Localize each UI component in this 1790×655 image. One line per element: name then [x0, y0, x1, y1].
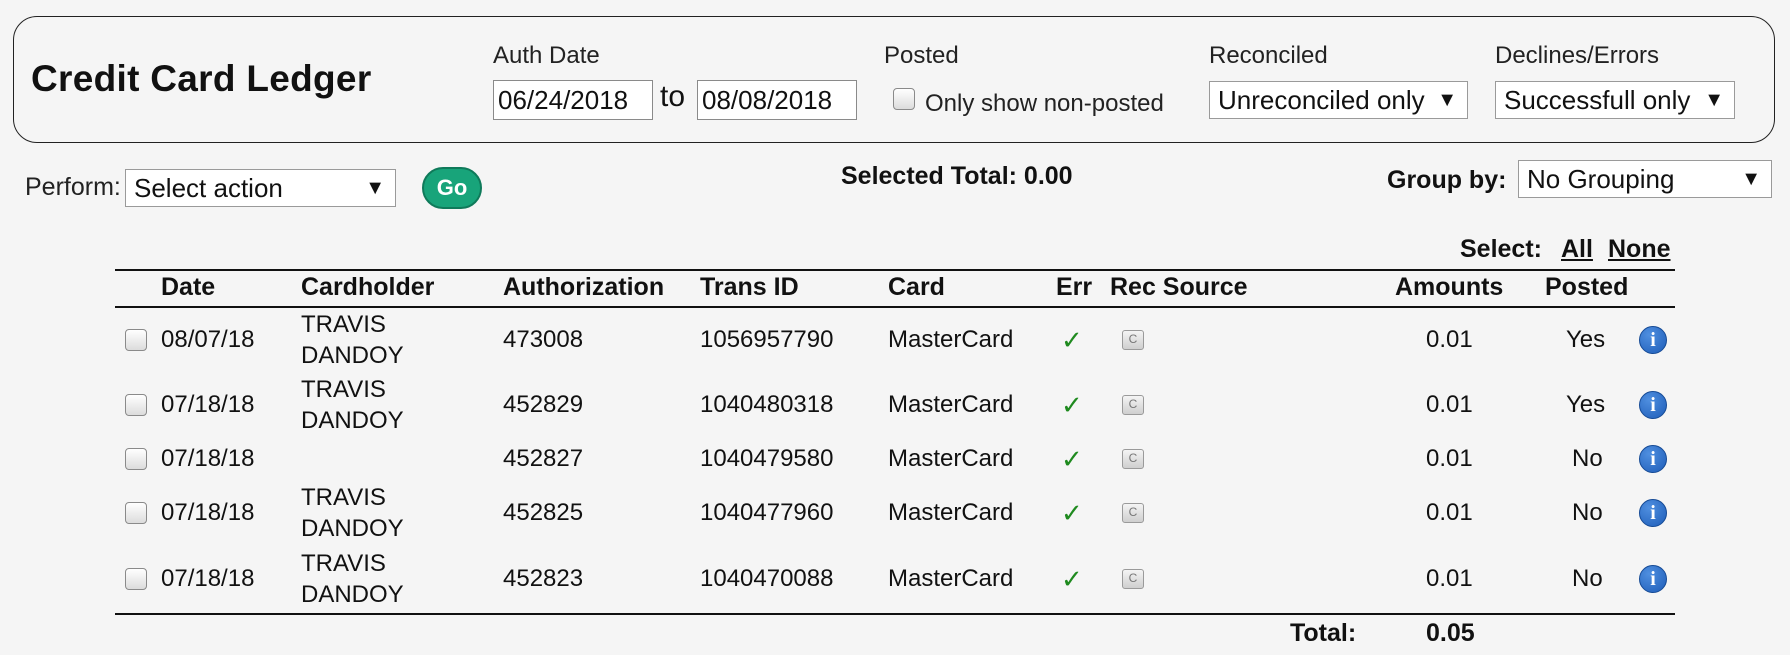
- col-header-date: Date: [161, 273, 216, 301]
- check-icon: ✓: [1061, 390, 1083, 420]
- row-amount: 0.01: [1426, 391, 1473, 418]
- info-icon[interactable]: i: [1639, 565, 1667, 593]
- col-header-err: Err: [1056, 273, 1093, 301]
- rec-source-icon[interactable]: C: [1122, 395, 1144, 415]
- row-amount: 0.01: [1426, 499, 1473, 526]
- page-title: Credit Card Ledger: [31, 58, 372, 99]
- info-icon[interactable]: i: [1639, 391, 1667, 419]
- posted-label: Posted: [884, 42, 959, 69]
- row-posted: No: [1572, 445, 1603, 472]
- row-card: MasterCard: [888, 326, 1014, 353]
- date-from-input[interactable]: 06/24/2018: [493, 80, 653, 120]
- chevron-down-icon: ▼: [1704, 89, 1724, 111]
- declines-select-value: Successfull only: [1504, 85, 1691, 115]
- select-all-link[interactable]: All: [1561, 235, 1593, 264]
- check-icon: ✓: [1061, 564, 1083, 594]
- reconciled-select[interactable]: Unreconciled only ▼: [1209, 81, 1468, 119]
- col-header-trans-id: Trans ID: [700, 273, 799, 301]
- row-trans-id: 1040479580: [700, 445, 834, 472]
- chevron-down-icon: ▼: [1437, 89, 1457, 111]
- selected-total: Selected Total: 0.00: [841, 162, 1073, 190]
- row-authorization: 452829: [503, 391, 584, 418]
- perform-label: Perform:: [25, 173, 121, 201]
- row-posted: No: [1572, 565, 1603, 592]
- row-checkbox[interactable]: [125, 448, 147, 470]
- info-icon[interactable]: i: [1639, 445, 1667, 473]
- row-posted: Yes: [1566, 391, 1606, 418]
- table-bottom-rule: [115, 613, 1675, 615]
- reconciled-select-value: Unreconciled only: [1218, 85, 1425, 115]
- date-to-input[interactable]: 08/08/2018: [697, 80, 857, 120]
- row-date: 07/18/18: [161, 445, 255, 472]
- check-icon: ✓: [1061, 444, 1083, 474]
- col-header-cardholder: Cardholder: [301, 273, 435, 301]
- row-checkbox[interactable]: [125, 502, 147, 524]
- row-date: 07/18/18: [161, 391, 255, 418]
- rec-source-icon[interactable]: C: [1122, 330, 1144, 350]
- row-card: MasterCard: [888, 445, 1014, 472]
- row-checkbox[interactable]: [125, 394, 147, 416]
- action-select[interactable]: Select action ▼: [125, 169, 396, 207]
- row-cardholder: TRAVIS DANDOY: [301, 484, 404, 542]
- only-non-posted-checkbox[interactable]: [893, 88, 915, 110]
- only-non-posted-label: Only show non-posted: [925, 90, 1164, 117]
- group-by-select-value: No Grouping: [1527, 164, 1675, 194]
- declines-select[interactable]: Successfull only ▼: [1495, 81, 1735, 119]
- action-select-value: Select action: [134, 173, 283, 203]
- row-checkbox[interactable]: [125, 568, 147, 590]
- col-header-amounts: Amounts: [1395, 273, 1504, 301]
- row-posted: Yes: [1566, 326, 1606, 353]
- group-by-select[interactable]: No Grouping ▼: [1518, 160, 1772, 198]
- row-card: MasterCard: [888, 391, 1014, 418]
- go-button[interactable]: Go: [422, 167, 482, 209]
- row-posted: No: [1572, 499, 1603, 526]
- to-label: to: [660, 80, 686, 113]
- row-trans-id: 1056957790: [700, 326, 834, 353]
- rec-source-icon[interactable]: C: [1122, 449, 1144, 469]
- chevron-down-icon: ▼: [365, 177, 385, 199]
- row-trans-id: 1040480318: [700, 391, 834, 418]
- row-date: 08/07/18: [161, 326, 255, 353]
- total-value: 0.05: [1426, 619, 1475, 647]
- row-authorization: 452825: [503, 499, 584, 526]
- row-trans-id: 1040477960: [700, 499, 834, 526]
- row-authorization: 473008: [503, 326, 584, 353]
- row-checkbox[interactable]: [125, 329, 147, 351]
- group-by-label: Group by:: [1387, 166, 1507, 194]
- total-label: Total:: [1290, 619, 1357, 647]
- rec-source-icon[interactable]: C: [1122, 569, 1144, 589]
- auth-date-label: Auth Date: [493, 42, 600, 69]
- row-amount: 0.01: [1426, 326, 1473, 353]
- row-cardholder: TRAVIS DANDOY: [301, 376, 404, 434]
- row-card: MasterCard: [888, 499, 1014, 526]
- select-label: Select:: [1460, 235, 1542, 263]
- table-top-rule: [115, 269, 1675, 271]
- col-header-authorization: Authorization: [503, 273, 665, 301]
- row-amount: 0.01: [1426, 445, 1473, 472]
- check-icon: ✓: [1061, 325, 1083, 355]
- col-header-rec-source: Rec Source: [1110, 273, 1248, 301]
- row-amount: 0.01: [1426, 565, 1473, 592]
- row-authorization: 452823: [503, 565, 584, 592]
- row-date: 07/18/18: [161, 565, 255, 592]
- row-cardholder: TRAVIS DANDOY: [301, 311, 404, 369]
- table-header-rule: [115, 306, 1675, 308]
- row-cardholder: TRAVIS DANDOY: [301, 550, 404, 608]
- col-header-card: Card: [888, 273, 945, 301]
- row-date: 07/18/18: [161, 499, 255, 526]
- row-card: MasterCard: [888, 565, 1014, 592]
- check-icon: ✓: [1061, 498, 1083, 528]
- row-trans-id: 1040470088: [700, 565, 834, 592]
- select-none-link[interactable]: None: [1608, 235, 1671, 264]
- reconciled-label: Reconciled: [1209, 42, 1328, 69]
- info-icon[interactable]: i: [1639, 326, 1667, 354]
- rec-source-icon[interactable]: C: [1122, 503, 1144, 523]
- declines-label: Declines/Errors: [1495, 42, 1660, 69]
- chevron-down-icon: ▼: [1741, 168, 1761, 190]
- info-icon[interactable]: i: [1639, 499, 1667, 527]
- col-header-posted: Posted: [1545, 273, 1629, 301]
- row-authorization: 452827: [503, 445, 584, 472]
